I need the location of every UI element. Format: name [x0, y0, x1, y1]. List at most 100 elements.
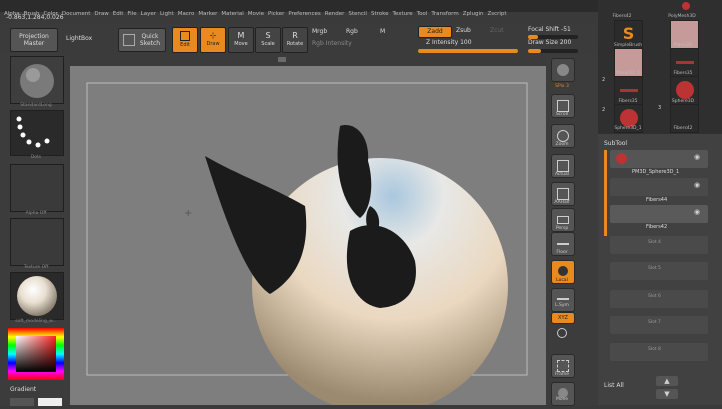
draw-icon: ⊹ [209, 31, 217, 40]
lsym-button[interactable] [551, 288, 575, 312]
menu-item-stroke[interactable]: Stroke [371, 8, 389, 20]
scroll-label: Scroll [555, 112, 569, 117]
m-button[interactable]: M [380, 29, 385, 35]
move-view-button[interactable] [551, 382, 575, 406]
color-picker[interactable] [8, 328, 64, 380]
brush-thumbnail[interactable] [10, 56, 64, 104]
z-intensity-label: Z Intensity [426, 39, 459, 46]
coordinate-readout: -0.863,1.284,0.026 [6, 14, 64, 21]
menu-item-light[interactable]: Light [160, 8, 174, 20]
subtool-row-6[interactable]: Slot 7 [610, 316, 708, 334]
lsym-icon [557, 298, 569, 300]
draw-button[interactable]: ⊹ Draw [200, 27, 226, 53]
subtool-row-5[interactable]: Slot 6 [610, 290, 708, 308]
actual-icon [557, 160, 569, 172]
polymesh-icon[interactable] [682, 2, 690, 10]
menu-item-render[interactable]: Render [325, 8, 345, 20]
stroke-thumbnail[interactable] [10, 110, 64, 156]
bpr-button[interactable] [551, 58, 575, 82]
menu-item-texture[interactable]: Texture [393, 8, 413, 20]
gradient-label[interactable]: Gradient [10, 387, 36, 393]
alpha-thumbnail[interactable] [10, 164, 64, 212]
menu-item-draw[interactable]: Draw [94, 8, 108, 20]
collapse-handle-icon[interactable] [278, 57, 286, 62]
sphere-icon-b [619, 109, 638, 127]
subtool-title[interactable]: SubTool [604, 141, 627, 147]
eye-icon-1[interactable]: ◉ [694, 182, 700, 189]
menu-item-material[interactable]: Material [221, 8, 243, 20]
scale-button[interactable]: S Scale [255, 27, 281, 53]
cursor-crosshair-icon: + [184, 208, 192, 219]
lsym-label: L.Sym [555, 303, 569, 308]
material-thumbnail[interactable] [10, 272, 64, 320]
rgb-button[interactable]: Rgb [346, 29, 358, 35]
frame-label: Frame [554, 372, 570, 377]
menu-item-preferences[interactable]: Preferences [288, 8, 320, 20]
menu-item-edit[interactable]: Edit [113, 8, 124, 20]
fiber-icon [675, 61, 694, 64]
subtool-thumb-sphere [616, 153, 627, 164]
draw-size-slider[interactable]: Draw Size 200 [528, 40, 571, 46]
move-down-button[interactable]: ▼ [656, 389, 678, 399]
subtool-row-4[interactable]: Slot 5 [610, 262, 708, 280]
menu-item-movie[interactable]: Movie [248, 8, 264, 20]
aahalf-icon [557, 188, 569, 200]
eye-icon-2[interactable]: ◉ [694, 209, 700, 216]
menu-item-macro[interactable]: Macro [178, 8, 195, 20]
zsub-button[interactable]: Zsub [456, 28, 471, 34]
draw-size-track[interactable] [528, 49, 578, 53]
move-button[interactable]: M Move [228, 27, 254, 53]
menu-item-zplugin[interactable]: Zplugin [463, 8, 484, 20]
z-intensity-slider[interactable]: Z Intensity 100 [426, 40, 472, 46]
subtool-name-2: Fibers42 [646, 224, 668, 230]
subtool-name-3: Slot 4 [648, 240, 661, 245]
subtool-row-3[interactable]: Slot 4 [610, 236, 708, 254]
subtool-scroll-indicator[interactable] [604, 150, 607, 236]
fiber-icon-b [619, 89, 638, 92]
spix-label[interactable]: SPix 3 [548, 84, 576, 89]
z-intensity-track[interactable] [418, 49, 518, 53]
move-up-button[interactable]: ▲ [656, 376, 678, 386]
subtool-row-0[interactable]: ◉ [610, 150, 708, 168]
mrgb-button[interactable]: Mrgb [312, 29, 327, 35]
eye-icon[interactable]: ◉ [694, 154, 700, 161]
menu-item-marker[interactable]: Marker [198, 8, 217, 20]
menu-item-layer[interactable]: Layer [141, 8, 156, 20]
floor-icon [557, 243, 569, 245]
top-toolbar: Projection Master LightBox Quick Sketch … [0, 24, 598, 54]
rgb-intensity-slider[interactable]: Rgb Intensity [312, 41, 352, 47]
tool-label-0: Fibers42 [612, 14, 632, 19]
menu-item-file[interactable]: File [127, 8, 136, 20]
edit-button[interactable]: Edit [172, 27, 198, 53]
edit-icon [180, 31, 190, 41]
list-all-button[interactable]: List All [604, 383, 624, 389]
menu-item-zscript[interactable]: Zscript [487, 8, 506, 20]
rotate-label: Rotate [286, 41, 304, 47]
texture-thumbnail[interactable] [10, 218, 64, 266]
menu-item-transform[interactable]: Transform [431, 8, 458, 20]
menu-item-tool[interactable]: Tool [417, 8, 428, 20]
rotate-button[interactable]: R Rotate [282, 27, 308, 53]
left-shelf: StandardLong Dots Alpha Off Texture Off … [0, 54, 70, 406]
sculpt-viewport[interactable]: + [70, 66, 546, 409]
sphere-icon [675, 81, 694, 99]
menu-item-picker[interactable]: Picker [268, 8, 284, 20]
scale-icon: S [265, 31, 271, 40]
edit-label: Edit [180, 42, 190, 48]
document-canvas[interactable]: + [70, 66, 546, 409]
subtool-row-1[interactable]: ◉ [610, 178, 708, 196]
subtool-name-6: Slot 7 [648, 320, 661, 325]
xyz-label: XYZ [558, 315, 568, 321]
rotate-icon-button[interactable] [551, 326, 573, 340]
menu-item-stencil[interactable]: Stencil [348, 8, 367, 20]
subtool-row-7[interactable]: Slot 8 [610, 343, 708, 361]
lightbox-button[interactable]: LightBox [66, 36, 92, 42]
quick-sketch-button[interactable]: Quick Sketch [118, 28, 166, 52]
xyz-button[interactable]: XYZ [551, 312, 575, 324]
zadd-button[interactable]: Zadd [418, 26, 452, 38]
menu-item-document[interactable]: Document [62, 8, 91, 20]
zcut-button[interactable]: Zcut [490, 28, 504, 34]
projection-master-button[interactable]: Projection Master [10, 28, 58, 52]
subtool-row-2[interactable]: ◉ [610, 205, 708, 223]
focal-shift-slider[interactable]: Focal Shift -51 [528, 27, 571, 33]
